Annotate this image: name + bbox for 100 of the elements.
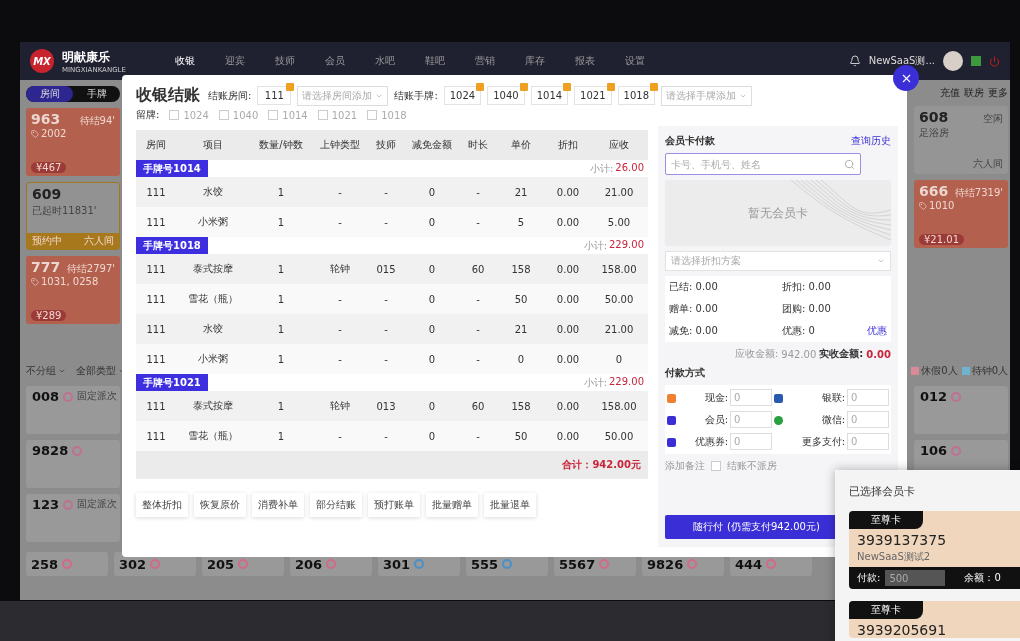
checkbox[interactable] bbox=[317, 110, 328, 120]
checkbox[interactable] bbox=[268, 110, 279, 120]
checkbox-label: 1021 bbox=[331, 109, 358, 121]
action-link[interactable]: 联房 bbox=[964, 86, 984, 100]
technician-number: 444 bbox=[735, 556, 763, 572]
remove-icon[interactable] bbox=[476, 83, 485, 91]
action-link[interactable]: 更多 bbox=[988, 86, 1008, 100]
table-cell-text: 21.00 bbox=[603, 323, 635, 335]
filter-dropdown[interactable]: 全部类型 bbox=[76, 364, 116, 378]
room-tags: 1010 bbox=[929, 200, 955, 211]
remove-icon[interactable] bbox=[650, 83, 658, 91]
tag-chip[interactable]: 1024 bbox=[443, 86, 482, 105]
unionpay-icon bbox=[774, 394, 783, 403]
room-type: 六人间 bbox=[84, 234, 114, 248]
member-search-box[interactable]: 卡号、手机号、姓名 bbox=[665, 153, 861, 175]
column-header: 时长 bbox=[467, 138, 489, 152]
room-status: 待结2797' bbox=[66, 262, 115, 276]
nav-tab[interactable]: 技师 bbox=[263, 54, 306, 68]
nav-tab[interactable]: 收银 bbox=[163, 54, 206, 68]
action-button[interactable]: 批量退单 bbox=[484, 493, 536, 517]
coupon-icon bbox=[667, 438, 676, 447]
tag-chip[interactable]: 1018 bbox=[617, 86, 655, 105]
summary-item: 已结: 0.00 bbox=[669, 280, 718, 294]
room-chip[interactable]: 111 bbox=[257, 86, 292, 105]
price-badge: ¥21.01 bbox=[919, 234, 964, 245]
close-button[interactable] bbox=[893, 65, 919, 91]
room-tile[interactable]: 608 空闲 足浴房 六人间 bbox=[914, 106, 1008, 174]
column-header: 减免金额 bbox=[411, 138, 453, 152]
nav-tab[interactable]: 迎宾 bbox=[213, 54, 256, 68]
remove-icon[interactable] bbox=[286, 83, 295, 91]
nav-tab[interactable]: 水吧 bbox=[363, 54, 406, 68]
history-link[interactable]: 查询历史 bbox=[851, 134, 891, 148]
member-card[interactable]: 至尊卡 3939137375 NewSaaS测试2 付款: 500 余额：0 bbox=[849, 511, 1020, 589]
room-tags: 足浴房 bbox=[919, 126, 949, 140]
checkbox[interactable] bbox=[367, 110, 378, 120]
table-cell-text: 雪花（瓶） bbox=[187, 429, 239, 443]
table-cell-text: - bbox=[337, 353, 343, 365]
nav-tab[interactable]: 会员 bbox=[313, 54, 356, 68]
room-tile[interactable]: 777 待结2797' 1031, 0258 ¥289 bbox=[26, 256, 120, 324]
technician-tile[interactable]: 9828 bbox=[26, 440, 120, 488]
field-label: 留牌: bbox=[136, 108, 160, 122]
tag-chip[interactable]: 1014 bbox=[530, 86, 569, 105]
action-button[interactable]: 整体折扣 bbox=[136, 493, 188, 517]
toggle-tab[interactable]: 房间 bbox=[26, 86, 73, 102]
nav-tab[interactable]: 报表 bbox=[563, 54, 606, 68]
action-button[interactable]: 预打账单 bbox=[368, 493, 420, 517]
table-cell-text: 0 bbox=[516, 353, 526, 365]
table-cell-text: 0 bbox=[427, 353, 437, 365]
nav-tab[interactable]: 营销 bbox=[463, 54, 506, 68]
pay-field[interactable]: 500 bbox=[885, 570, 946, 586]
room-tile[interactable]: 963 待结94' 2002 ¥467 bbox=[26, 108, 120, 176]
checkbox[interactable] bbox=[169, 110, 180, 120]
table-cell-text: 0 bbox=[427, 400, 437, 412]
user-name[interactable]: NewSaaS测... bbox=[868, 54, 935, 68]
room-tile[interactable]: 609 已起时11831' 预约中 六人间 bbox=[26, 182, 120, 250]
tag-chip[interactable]: 1040 bbox=[487, 86, 525, 105]
nav-tab[interactable]: 设置 bbox=[613, 54, 656, 68]
table-cell-text: 小米粥 bbox=[197, 352, 229, 366]
bell-icon[interactable] bbox=[848, 55, 861, 67]
nav-tab[interactable]: 库存 bbox=[513, 54, 556, 68]
action-button[interactable]: 部分结账 bbox=[310, 493, 362, 517]
action-button[interactable]: 恢复原价 bbox=[194, 493, 246, 517]
chevron-down-icon bbox=[58, 367, 66, 375]
remove-icon[interactable] bbox=[563, 83, 572, 91]
action-button[interactable]: 消费补单 bbox=[252, 493, 304, 517]
table-cell-text: 1 bbox=[276, 186, 286, 198]
payment-field[interactable]: 0 bbox=[730, 389, 772, 406]
nav-tab[interactable]: 鞋吧 bbox=[413, 54, 456, 68]
payment-field[interactable]: 0 bbox=[730, 433, 772, 450]
technician-tile[interactable]: 008 固定派次 bbox=[26, 386, 120, 434]
table-cell-text: 111 bbox=[145, 216, 167, 228]
payment-field[interactable]: 0 bbox=[847, 411, 889, 428]
remove-icon[interactable] bbox=[519, 83, 528, 91]
avatar[interactable] bbox=[943, 51, 963, 71]
checkbox[interactable] bbox=[711, 461, 721, 471]
table-cell-text: - bbox=[383, 293, 389, 305]
toggle-tab[interactable]: 手牌 bbox=[73, 86, 120, 102]
action-button[interactable]: 批量赠单 bbox=[426, 493, 478, 517]
action-link[interactable]: 充值 bbox=[940, 86, 960, 100]
table-cell-text: 013 bbox=[375, 400, 397, 412]
payment-label: 银联: bbox=[820, 390, 845, 405]
search-icon[interactable] bbox=[844, 158, 855, 170]
technician-tile[interactable]: 123 固定派次 bbox=[26, 494, 120, 542]
payment-field[interactable]: 0 bbox=[847, 389, 889, 406]
panel-title: 已选择会员卡 bbox=[849, 484, 916, 499]
technician-tile[interactable]: 258 bbox=[26, 552, 108, 576]
payment-field[interactable]: 0 bbox=[847, 433, 889, 450]
offer-link[interactable]: 优惠 bbox=[867, 324, 887, 338]
table-cell-text: - bbox=[337, 186, 343, 198]
checkbox[interactable] bbox=[218, 110, 229, 120]
table-cell-text: 0 bbox=[427, 186, 437, 198]
filter-dropdown[interactable]: 不分组 bbox=[26, 364, 56, 378]
remove-icon[interactable] bbox=[606, 83, 615, 91]
power-icon[interactable] bbox=[989, 55, 1000, 67]
payment-field[interactable]: 0 bbox=[730, 411, 772, 428]
tag-chip[interactable]: 1021 bbox=[574, 86, 612, 105]
room-tile[interactable]: 666 待结7319' 1010 ¥21.01 bbox=[914, 180, 1008, 248]
technician-tile[interactable]: 012 bbox=[914, 386, 1008, 434]
payment-label: 会员: bbox=[703, 412, 728, 427]
member-card[interactable]: 至尊卡 3939205691 bbox=[849, 601, 1020, 638]
